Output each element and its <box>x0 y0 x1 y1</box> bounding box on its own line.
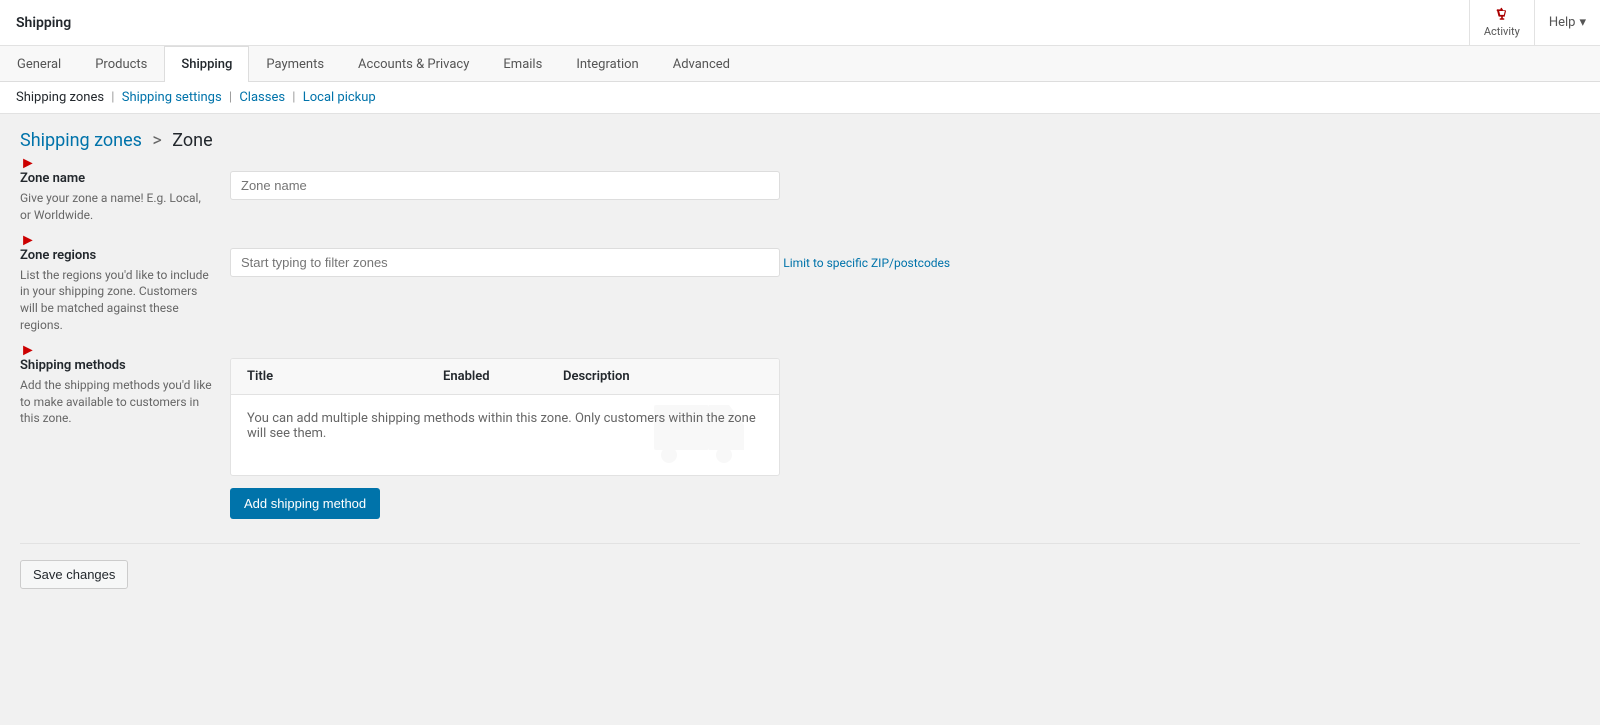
breadcrumb-parent-link[interactable]: Shipping zones <box>20 130 142 151</box>
watermark-truck-icon <box>619 395 779 475</box>
subnav-item-classes[interactable]: Classes <box>239 90 285 105</box>
tab-emails[interactable]: Emails <box>486 46 559 82</box>
shipping-methods-description: Add the shipping methods you'd like to m… <box>20 377 214 427</box>
breadcrumb-separator: > <box>152 130 161 151</box>
methods-add-row: Add shipping method <box>230 488 1580 519</box>
zone-name-content <box>230 171 1580 200</box>
col-description: Description <box>563 369 763 384</box>
methods-watermark <box>579 395 779 475</box>
col-enabled: Enabled <box>443 369 563 384</box>
zone-regions-description: List the regions you'd like to include i… <box>20 267 214 334</box>
tab-general[interactable]: General <box>0 46 78 82</box>
activity-button[interactable]: Activity <box>1469 0 1534 45</box>
zone-regions-input[interactable] <box>230 248 780 277</box>
add-shipping-method-button[interactable]: Add shipping method <box>230 488 380 519</box>
help-button[interactable]: Help ▾ <box>1534 0 1600 45</box>
zone-regions-content: Limit to specific ZIP/postcodes <box>230 248 1580 277</box>
shipping-methods-row: ► Shipping methods Add the shipping meth… <box>20 358 1580 519</box>
tab-advanced[interactable]: Advanced <box>656 46 747 82</box>
shipping-methods-arrow-icon: ► <box>20 340 36 360</box>
subnav-item-shipping-zones: Shipping zones <box>16 90 104 105</box>
top-bar-right: Activity Help ▾ <box>1469 0 1600 45</box>
shipping-methods-table: Title Enabled Description You can add mu… <box>230 358 780 476</box>
zone-name-input[interactable] <box>230 171 780 200</box>
save-row: Save changes <box>20 543 1580 589</box>
breadcrumb-current: Zone <box>172 130 212 151</box>
zone-regions-label-col: ► Zone regions List the regions you'd li… <box>20 248 230 334</box>
methods-table-body: You can add multiple shipping methods wi… <box>231 395 779 475</box>
nav-tabs: General Products Shipping Payments Accou… <box>0 46 1600 82</box>
col-title: Title <box>247 369 443 384</box>
tab-products[interactable]: Products <box>78 46 164 82</box>
activity-icon <box>1494 7 1510 23</box>
page-content: Shipping zones > Zone ► Zone name Give y… <box>0 114 1600 605</box>
shipping-methods-label-col: ► Shipping methods Add the shipping meth… <box>20 358 230 427</box>
subnav-item-shipping-settings[interactable]: Shipping settings <box>122 90 222 105</box>
methods-table-header: Title Enabled Description <box>231 359 779 395</box>
tab-shipping[interactable]: Shipping <box>164 46 249 82</box>
zone-name-label-col: ► Zone name Give your zone a name! E.g. … <box>20 171 230 224</box>
page-title: Shipping <box>16 15 71 31</box>
zone-regions-row: ► Zone regions List the regions you'd li… <box>20 248 1580 334</box>
sub-nav: Shipping zones | Shipping settings | Cla… <box>0 82 1600 114</box>
tab-payments[interactable]: Payments <box>249 46 341 82</box>
zone-name-description: Give your zone a name! E.g. Local, or Wo… <box>20 190 214 224</box>
zone-regions-arrow-icon: ► <box>20 230 36 250</box>
tab-accounts-privacy[interactable]: Accounts & Privacy <box>341 46 486 82</box>
tab-integration[interactable]: Integration <box>559 46 655 82</box>
shipping-methods-content: Title Enabled Description You can add mu… <box>230 358 1580 519</box>
zone-name-heading: Zone name <box>20 171 214 186</box>
shipping-methods-heading: Shipping methods <box>20 358 214 373</box>
zone-name-arrow-icon: ► <box>20 153 36 173</box>
zone-name-row: ► Zone name Give your zone a name! E.g. … <box>20 171 1580 224</box>
top-bar: Shipping Activity Help ▾ <box>0 0 1600 46</box>
limit-zip-link[interactable]: Limit to specific ZIP/postcodes <box>783 256 950 270</box>
subnav-item-local-pickup[interactable]: Local pickup <box>303 90 376 105</box>
save-changes-button[interactable]: Save changes <box>20 560 128 589</box>
breadcrumb: Shipping zones > Zone <box>20 130 1580 151</box>
chevron-down-icon: ▾ <box>1579 15 1586 30</box>
zone-regions-heading: Zone regions <box>20 248 214 263</box>
